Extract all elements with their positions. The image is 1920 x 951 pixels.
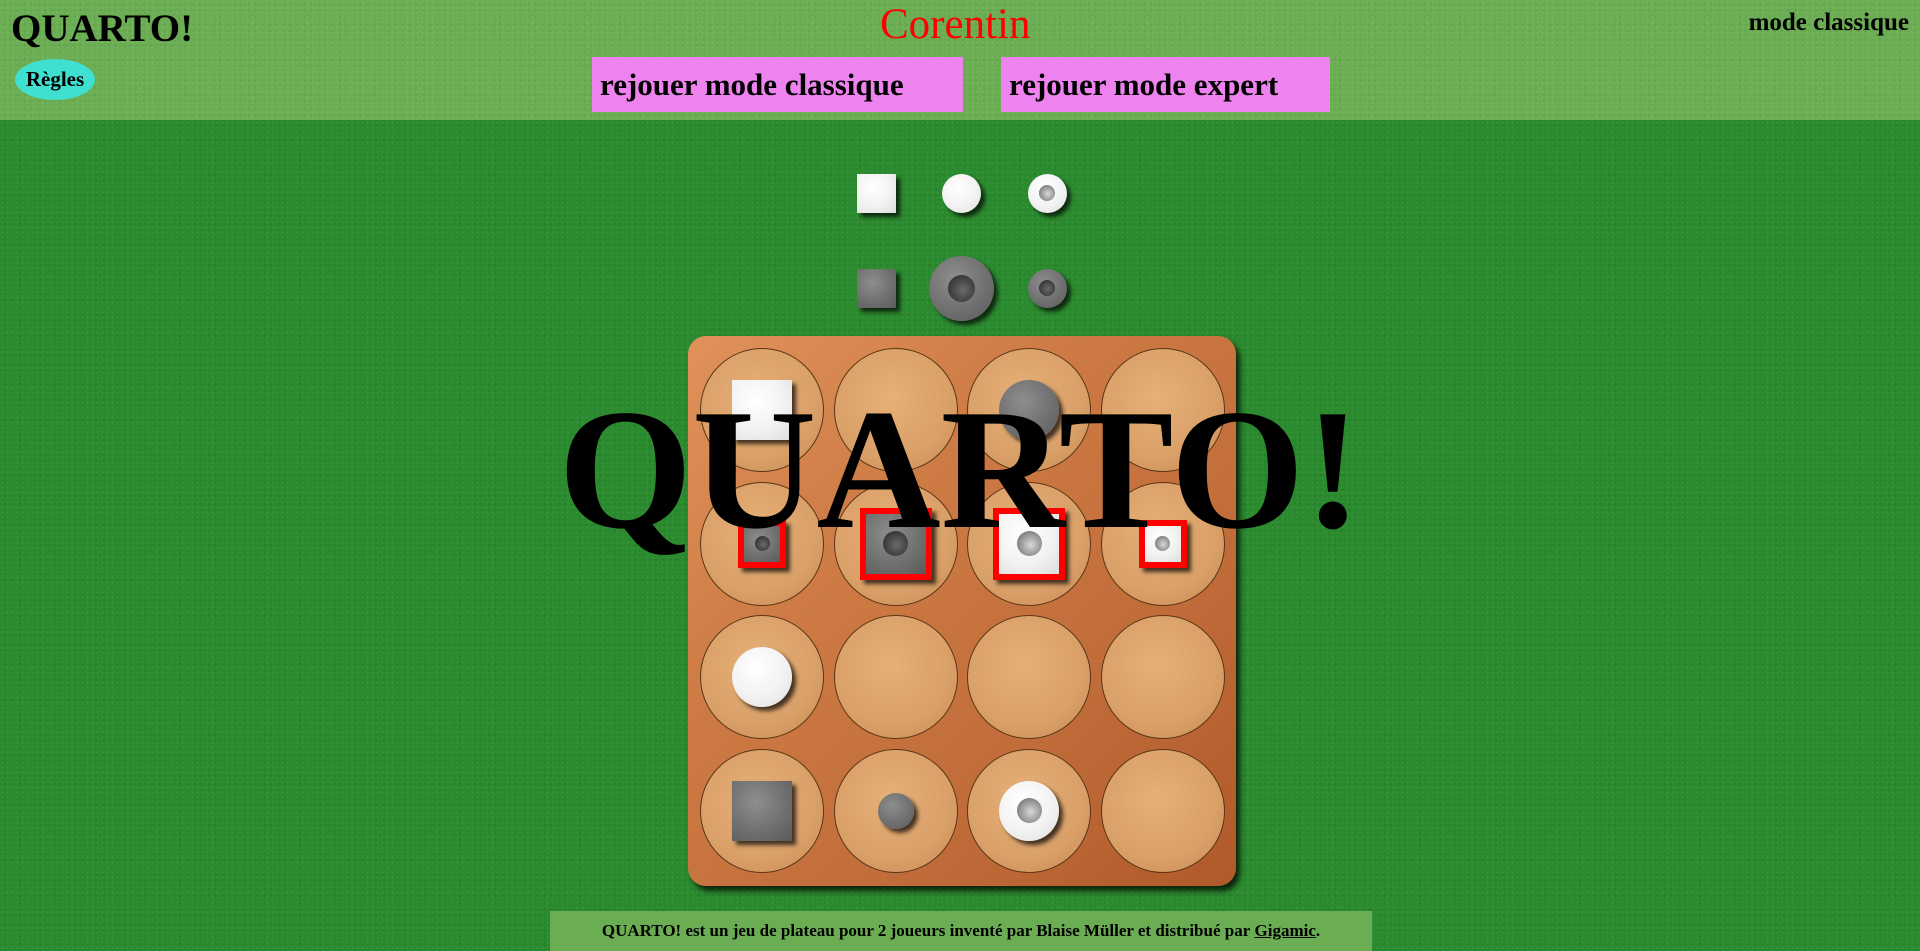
board-cell[interactable] [833, 615, 958, 739]
piece-hole [883, 531, 908, 556]
board-piece [732, 780, 792, 841]
footer: QUARTO! est un jeu de plateau pour 2 jou… [550, 911, 1372, 951]
gigamic-link[interactable]: Gigamic [1255, 921, 1316, 941]
game-mode-label: mode classique [1748, 9, 1909, 36]
footer-suffix: . [1315, 921, 1321, 940]
board-cell[interactable] [967, 615, 1091, 739]
piece-hole [947, 274, 975, 302]
available-piece[interactable] [941, 173, 981, 213]
board-piece [859, 507, 932, 580]
board-piece [993, 507, 1065, 580]
piece-hole [1039, 185, 1055, 201]
available-piece[interactable] [856, 173, 896, 213]
board-piece [738, 519, 786, 568]
board-piece [732, 647, 792, 707]
piece-hole [754, 536, 770, 551]
piece-hole [1016, 531, 1042, 556]
board-piece [877, 792, 914, 829]
available-piece[interactable] [1027, 268, 1067, 308]
current-player-name: Corentin [880, 1, 1031, 48]
app-logo: QUARTO! [11, 7, 194, 50]
piece-hole [1039, 280, 1055, 296]
available-piece[interactable] [1027, 173, 1067, 213]
piece-hole [1016, 798, 1042, 823]
board-cell[interactable] [1100, 615, 1225, 739]
available-piece[interactable] [928, 255, 994, 321]
header-bar: QUARTO! Règles Corentin mode classique r… [0, 0, 1920, 120]
board-piece [732, 380, 792, 440]
rules-button[interactable]: Règles [15, 59, 95, 100]
available-piece[interactable] [856, 268, 896, 308]
board-cell[interactable] [833, 348, 958, 472]
board-cell[interactable] [1100, 748, 1225, 873]
board-piece [999, 380, 1059, 440]
replay-classic-button[interactable]: rejouer mode classique [592, 57, 963, 112]
board-piece [999, 780, 1059, 841]
board-piece [1138, 519, 1187, 568]
footer-text: QUARTO! est un jeu de plateau pour 2 jou… [601, 921, 1251, 940]
board-cell[interactable] [1100, 348, 1225, 472]
replay-expert-button[interactable]: rejouer mode expert [1001, 57, 1330, 112]
game-board [688, 336, 1236, 886]
piece-hole [1155, 536, 1170, 551]
